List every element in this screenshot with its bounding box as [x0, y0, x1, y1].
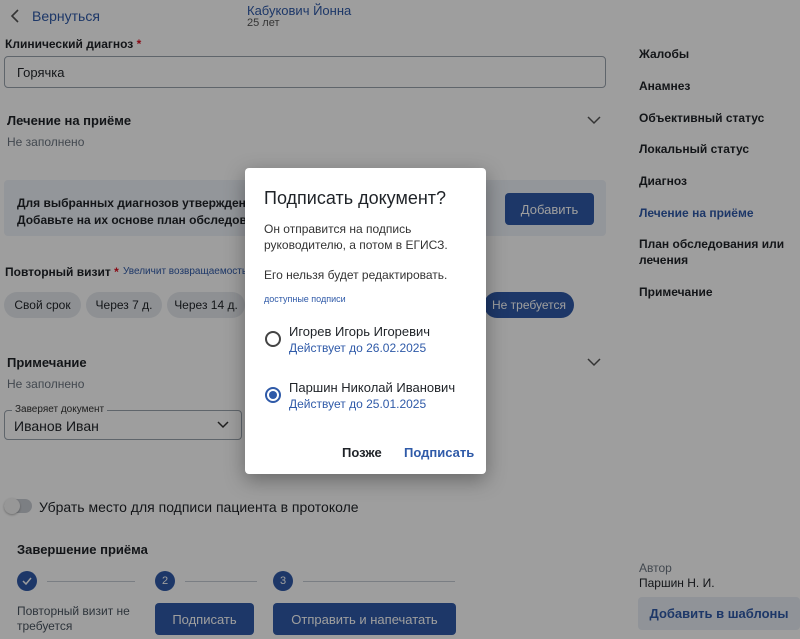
signature-valid-1: Действует до 26.02.2025 — [289, 341, 427, 355]
dialog-text: Он отправится на подпись руководителю, а… — [264, 222, 448, 252]
dialog-title: Подписать документ? — [264, 188, 447, 208]
signature-radio-2[interactable] — [265, 387, 281, 403]
signatures-caption: доступные подписи — [264, 294, 346, 304]
dialog-note: Его нельзя будет редактировать. — [264, 268, 448, 282]
signature-valid-2: Действует до 25.01.2025 — [289, 397, 427, 411]
sign-document-dialog: Подписать документ? Он отправится на под… — [245, 168, 486, 474]
signature-name-1[interactable]: Игорев Игорь Игоревич — [289, 324, 430, 339]
visit-form-page: Вернуться Кабукович Йонна 25 лет Клиниче… — [0, 0, 800, 639]
signature-radio-1[interactable] — [265, 331, 281, 347]
signature-name-2[interactable]: Паршин Николай Иванович — [289, 380, 455, 395]
later-button[interactable]: Позже — [342, 445, 382, 460]
dialog-sign-button[interactable]: Подписать — [404, 445, 474, 460]
